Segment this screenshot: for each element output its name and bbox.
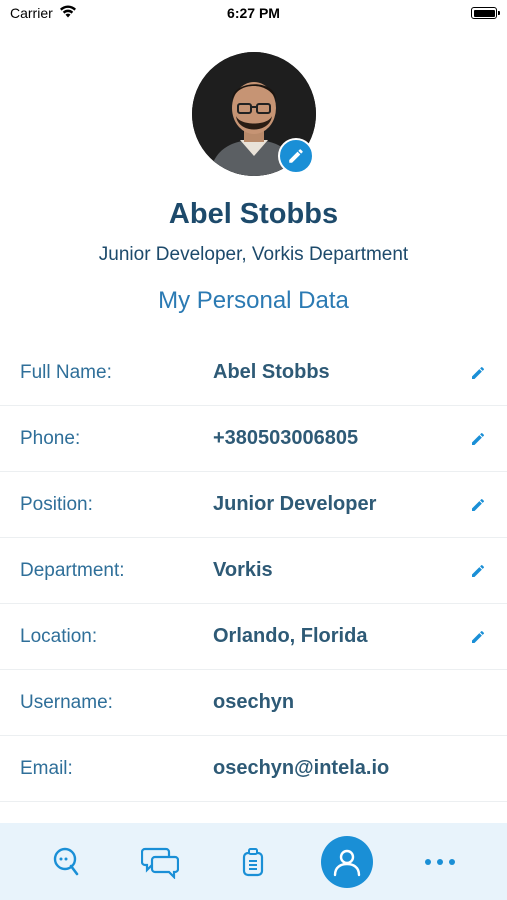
field-value: Abel Stobbs [213,361,330,383]
field-value: Vorkis [213,559,273,581]
status-bar: Carrier 6:27 PM [0,0,507,26]
field-row-phone: Phone: +380503006805 [0,406,507,472]
status-left: Carrier [10,5,77,21]
pencil-icon[interactable] [469,496,487,514]
conversations-icon [141,847,180,879]
profile-icon [333,849,361,876]
pencil-icon[interactable] [469,628,487,646]
section-title: My Personal Data [158,287,349,314]
tab-bar [0,823,507,900]
field-label: Full Name: [20,361,112,383]
field-row-full-name: Full Name: Abel Stobbs [0,340,507,406]
tab-profile[interactable] [320,835,373,888]
avatar-edit-button[interactable] [277,138,314,174]
tab-more[interactable] [414,836,466,888]
tab-conversations[interactable] [134,836,186,888]
personal-data-list: Full Name: Abel Stobbs Phone: +380503006… [0,340,507,802]
carrier-label: Carrier [10,5,53,21]
profile-name: Abel Stobbs [168,198,339,230]
pencil-icon[interactable] [469,364,487,382]
battery-icon [471,7,500,19]
profile-subtitle: Junior Developer, Vorkis Department [98,244,409,265]
field-value: osechyn [213,691,295,713]
clipboard-icon [243,847,264,876]
field-label: Department: [20,559,125,581]
field-label: Username: [20,691,113,713]
field-label: Phone: [20,427,81,449]
field-row-username: Username: osechyn [0,670,507,736]
search-chat-icon [53,847,78,875]
wifi-icon [59,5,77,21]
profile-header: Abel Stobbs Junior Developer, Vorkis Dep… [0,52,507,315]
tab-clipboard[interactable] [227,836,279,888]
field-row-position: Position: Junior Developer [0,472,507,538]
field-row-email: Email: osechyn@intela.io [0,736,507,802]
field-label: Location: [20,625,98,647]
battery-fill [473,9,495,17]
field-row-department: Department: Vorkis [0,538,507,604]
field-value: Junior Developer [213,493,377,515]
more-icon [425,858,456,865]
field-value: +380503006805 [213,427,359,449]
avatar-container [191,52,316,176]
field-value: osechyn@intela.io [213,757,390,779]
pencil-icon [288,149,303,163]
pencil-icon[interactable] [469,430,487,448]
tab-search-chat[interactable] [41,836,93,888]
field-label: Position: [20,493,93,515]
field-row-location: Location: Orlando, Florida [0,604,507,670]
field-label: Email: [20,757,73,779]
pencil-icon[interactable] [469,562,487,580]
field-value: Orlando, Florida [213,625,368,647]
